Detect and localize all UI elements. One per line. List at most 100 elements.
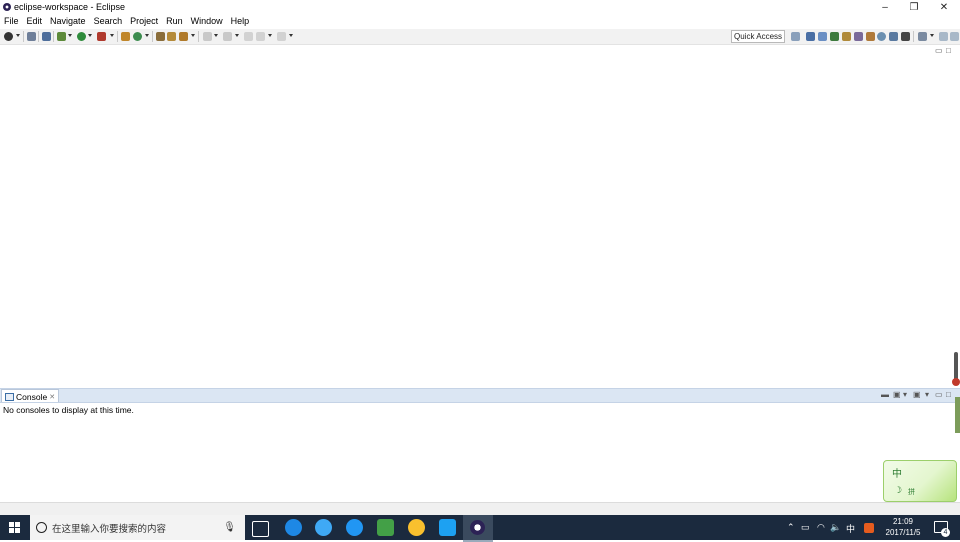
window-layout-icon[interactable]	[918, 32, 927, 41]
last-edit-location-icon[interactable]	[244, 32, 253, 41]
console-body[interactable]	[0, 402, 960, 503]
toolbar-separator	[913, 31, 914, 42]
minimize-button[interactable]: –	[870, 0, 900, 14]
new-icon[interactable]	[4, 32, 13, 41]
chevron-up-icon[interactable]: ⌃	[787, 522, 795, 533]
run-icon[interactable]	[77, 32, 86, 41]
menu-run[interactable]: Run	[162, 14, 187, 28]
task-view-icon[interactable]	[252, 521, 269, 537]
eclipse-logo-icon	[470, 520, 485, 535]
wifi-icon[interactable]: ◠	[817, 522, 825, 533]
taskbar-search-box[interactable]: 在这里输入你要搜索的内容 🎙	[30, 515, 245, 540]
java-ee-perspective-icon[interactable]	[806, 32, 815, 41]
database-perspective-icon[interactable]	[889, 32, 898, 41]
chevron-down-icon[interactable]	[930, 34, 934, 37]
toolbar-separator	[53, 31, 54, 42]
edge-browser-icon[interactable]	[285, 519, 302, 536]
clock-date: 2017/11/5	[885, 528, 921, 537]
back-arrow-icon[interactable]	[256, 32, 265, 41]
resource-perspective-icon[interactable]	[866, 32, 875, 41]
external-tools-icon[interactable]	[97, 32, 106, 41]
menu-help[interactable]: Help	[227, 14, 254, 28]
java-perspective-icon[interactable]	[818, 32, 827, 41]
chevron-down-icon[interactable]	[268, 34, 272, 37]
skip-breakpoints-icon[interactable]	[27, 32, 36, 41]
search-placeholder: 在这里输入你要搜索的内容	[52, 523, 167, 535]
editor-area[interactable]	[0, 45, 960, 387]
new-class-icon[interactable]	[133, 32, 142, 41]
menu-navigate[interactable]: Navigate	[46, 14, 90, 28]
volume-icon[interactable]: 🔈	[830, 522, 841, 533]
toolbar-separator	[38, 31, 39, 42]
close-button[interactable]: ✕	[929, 0, 959, 14]
messenger-icon[interactable]	[439, 519, 456, 536]
menu-file[interactable]: File	[0, 14, 23, 28]
menu-project[interactable]: Project	[126, 14, 162, 28]
menu-window[interactable]: Window	[187, 14, 227, 28]
planning-perspective-icon[interactable]	[877, 32, 886, 41]
maximize-view-icon[interactable]: □	[946, 390, 951, 399]
chevron-down-icon[interactable]: ▾	[903, 390, 907, 399]
toolbar-separator	[152, 31, 153, 42]
tab-console[interactable]: Console ✕	[1, 389, 60, 403]
layout-toggle-icon[interactable]	[939, 32, 948, 41]
team-perspective-icon[interactable]	[854, 32, 863, 41]
chevron-down-icon[interactable]	[191, 34, 195, 37]
chevron-down-icon[interactable]: ▾	[925, 390, 929, 399]
toolbar-separator	[198, 31, 199, 42]
microphone-icon[interactable]: 🎙	[223, 522, 236, 533]
display-selected-console-icon[interactable]: ▣	[893, 390, 901, 399]
git-perspective-icon[interactable]	[842, 32, 851, 41]
open-console-icon[interactable]: ▣	[913, 390, 921, 399]
sogou-ime-icon[interactable]	[864, 523, 874, 533]
minimize-view-icon[interactable]: ▭	[935, 46, 943, 55]
previous-annotation-icon[interactable]	[223, 32, 232, 41]
menu-edit[interactable]: Edit	[23, 14, 47, 28]
console-view-tabbar	[0, 388, 960, 403]
close-tab-icon[interactable]: ✕	[49, 393, 55, 401]
side-handle[interactable]	[955, 397, 960, 433]
open-type-icon[interactable]	[156, 32, 165, 41]
show-console-icon[interactable]	[42, 32, 51, 41]
menu-search[interactable]: Search	[90, 14, 127, 28]
debug-perspective-icon[interactable]	[830, 32, 839, 41]
qq-browser-icon[interactable]	[346, 519, 363, 536]
battery-icon[interactable]: ▭	[801, 522, 810, 533]
ime-sub-label: 拼	[908, 489, 915, 496]
notification-count-badge: 4	[941, 528, 950, 537]
status-bar	[0, 502, 960, 516]
eclipse-taskbar-button[interactable]	[463, 515, 493, 542]
ime-indicator[interactable]: 中	[846, 522, 855, 535]
chevron-down-icon[interactable]	[145, 34, 149, 37]
chevron-down-icon[interactable]	[16, 34, 20, 37]
ime-widget[interactable]: 中 ☽ 拼	[883, 460, 957, 502]
minimize-view-icon[interactable]: ▭	[935, 390, 943, 399]
chevron-down-icon[interactable]	[110, 34, 114, 37]
restore-button[interactable]: ❐	[899, 0, 929, 14]
search-icon[interactable]	[179, 32, 188, 41]
chevron-down-icon[interactable]	[88, 34, 92, 37]
quick-access-field[interactable]: Quick Access	[731, 30, 785, 43]
windows-start-icon[interactable]	[9, 522, 20, 533]
open-perspective-icon[interactable]	[791, 32, 800, 41]
chevron-down-icon[interactable]	[289, 34, 293, 37]
debug-icon[interactable]	[57, 32, 66, 41]
window-title: eclipse-workspace - Eclipse	[14, 2, 126, 12]
toolbar-separator	[117, 31, 118, 42]
forward-arrow-icon[interactable]	[277, 32, 286, 41]
chevron-down-icon[interactable]	[68, 34, 72, 37]
new-java-project-icon[interactable]	[121, 32, 130, 41]
chevron-down-icon[interactable]	[214, 34, 218, 37]
chevron-down-icon[interactable]	[235, 34, 239, 37]
video-player-icon[interactable]	[377, 519, 394, 536]
pin-console-icon[interactable]: ▬	[881, 390, 889, 399]
layout-toggle-icon[interactable]	[950, 32, 959, 41]
next-annotation-icon[interactable]	[203, 32, 212, 41]
system-clock[interactable]: 21:09 2017/11/5	[878, 516, 928, 538]
ime-mode-label: 中	[892, 469, 902, 480]
chrome-icon[interactable]	[408, 519, 425, 536]
sogou-browser-icon[interactable]	[315, 519, 332, 536]
maximize-view-icon[interactable]: □	[946, 46, 951, 55]
xml-perspective-icon[interactable]	[901, 32, 910, 41]
open-task-icon[interactable]	[167, 32, 176, 41]
